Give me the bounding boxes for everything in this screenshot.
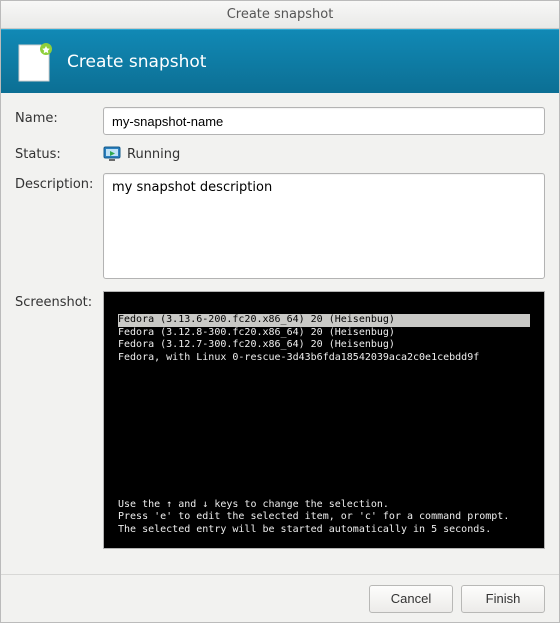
boot-hint: The selected entry will be started autom… [118,524,530,537]
description-input[interactable] [103,173,545,279]
dialog-header: Create snapshot [1,29,559,93]
screenshot-label: Screenshot: [15,291,97,310]
finish-button[interactable]: Finish [461,585,545,613]
boot-hint: Press 'e' to edit the selected item, or … [118,511,530,524]
screenshot-preview: Fedora (3.13.6-200.fc20.x86_64) 20 (Heis… [103,291,545,549]
boot-hint: Use the ↑ and ↓ keys to change the selec… [118,499,530,512]
spacer [118,364,530,499]
name-label: Name: [15,107,97,126]
name-input[interactable] [103,107,545,135]
boot-entry: Fedora (3.12.7-300.fc20.x86_64) 20 (Heis… [118,339,530,352]
window-title: Create snapshot [227,7,334,22]
boot-entry: Fedora (3.12.8-300.fc20.x86_64) 20 (Heis… [118,327,530,340]
dialog-window: Create snapshot Create snapshot Name: St… [0,0,560,623]
row-status: Status: Running [15,143,545,165]
cancel-button[interactable]: Cancel [369,585,453,613]
dialog-footer: Cancel Finish [1,574,559,622]
row-name: Name: [15,107,545,135]
dialog-title: Create snapshot [67,52,206,72]
status-label: Status: [15,143,97,162]
boot-entry-selected: Fedora (3.13.6-200.fc20.x86_64) 20 (Heis… [118,314,530,327]
status-value: Running [127,147,180,162]
monitor-run-icon [103,146,121,162]
snapshot-document-icon [15,41,55,83]
titlebar: Create snapshot [1,1,559,29]
row-description: Description: [15,173,545,283]
description-label: Description: [15,173,97,192]
dialog-content: Name: Status: Running Descrip [1,93,559,574]
row-screenshot: Screenshot: Fedora (3.13.6-200.fc20.x86_… [15,291,545,564]
boot-entry: Fedora, with Linux 0-rescue-3d43b6fda185… [118,352,530,365]
